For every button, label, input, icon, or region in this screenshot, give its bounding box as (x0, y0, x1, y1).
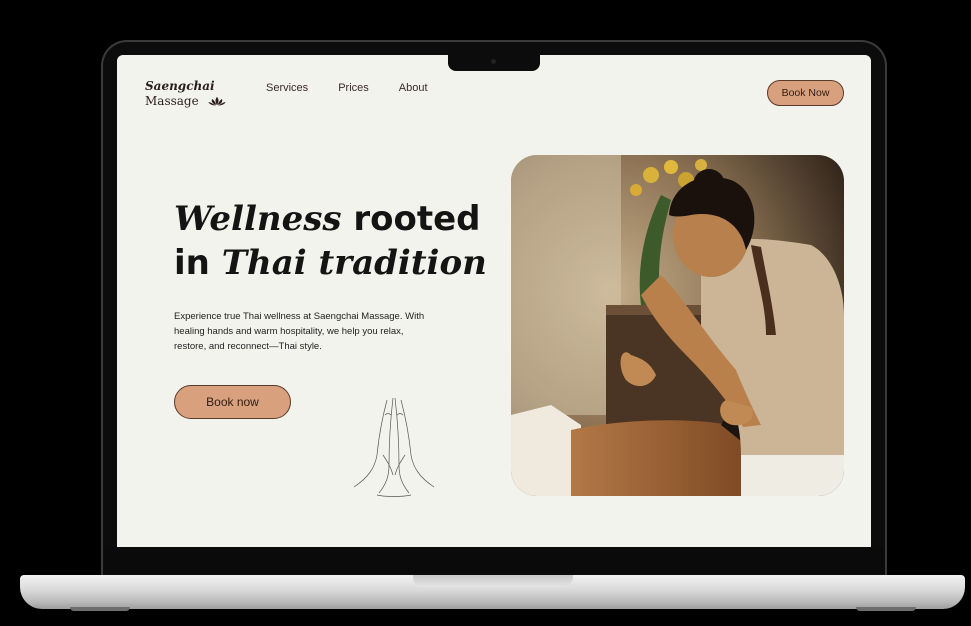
logo-subtitle: Massage (145, 94, 199, 108)
logo-name: Saengchai (145, 79, 215, 93)
laptop-opening-notch (413, 575, 573, 587)
book-now-hero-button[interactable]: Book now (174, 385, 291, 419)
laptop-base (20, 575, 965, 609)
site-logo[interactable]: Saengchai Massage (145, 79, 226, 108)
nav-item-services[interactable]: Services (266, 82, 308, 94)
website-screen: Saengchai Massage Services Prices About … (117, 55, 871, 547)
book-now-header-button[interactable]: Book Now (767, 80, 844, 106)
nav-item-about[interactable]: About (399, 82, 428, 94)
hero-title-emphasis-2: Thai tradition (221, 243, 487, 283)
nav-item-prices[interactable]: Prices (338, 82, 369, 94)
hero-title-text-2: in (174, 243, 222, 283)
massage-photo (511, 155, 844, 496)
hero-description: Experience true Thai wellness at Saengch… (174, 311, 425, 352)
main-nav: Services Prices About (266, 82, 458, 94)
praying-hands-icon (349, 395, 439, 510)
hero-title-emphasis-1: Wellness (174, 199, 342, 239)
screen-bottom-bezel (104, 547, 884, 573)
camera-icon (491, 59, 496, 64)
hero-title: Wellness rooted in Thai tradition (174, 197, 487, 285)
laptop-foot-left (70, 607, 130, 611)
camera-notch (448, 55, 540, 71)
hero-title-text-1: rooted (341, 199, 481, 239)
laptop-foot-right (856, 607, 916, 611)
lotus-icon (208, 94, 226, 108)
